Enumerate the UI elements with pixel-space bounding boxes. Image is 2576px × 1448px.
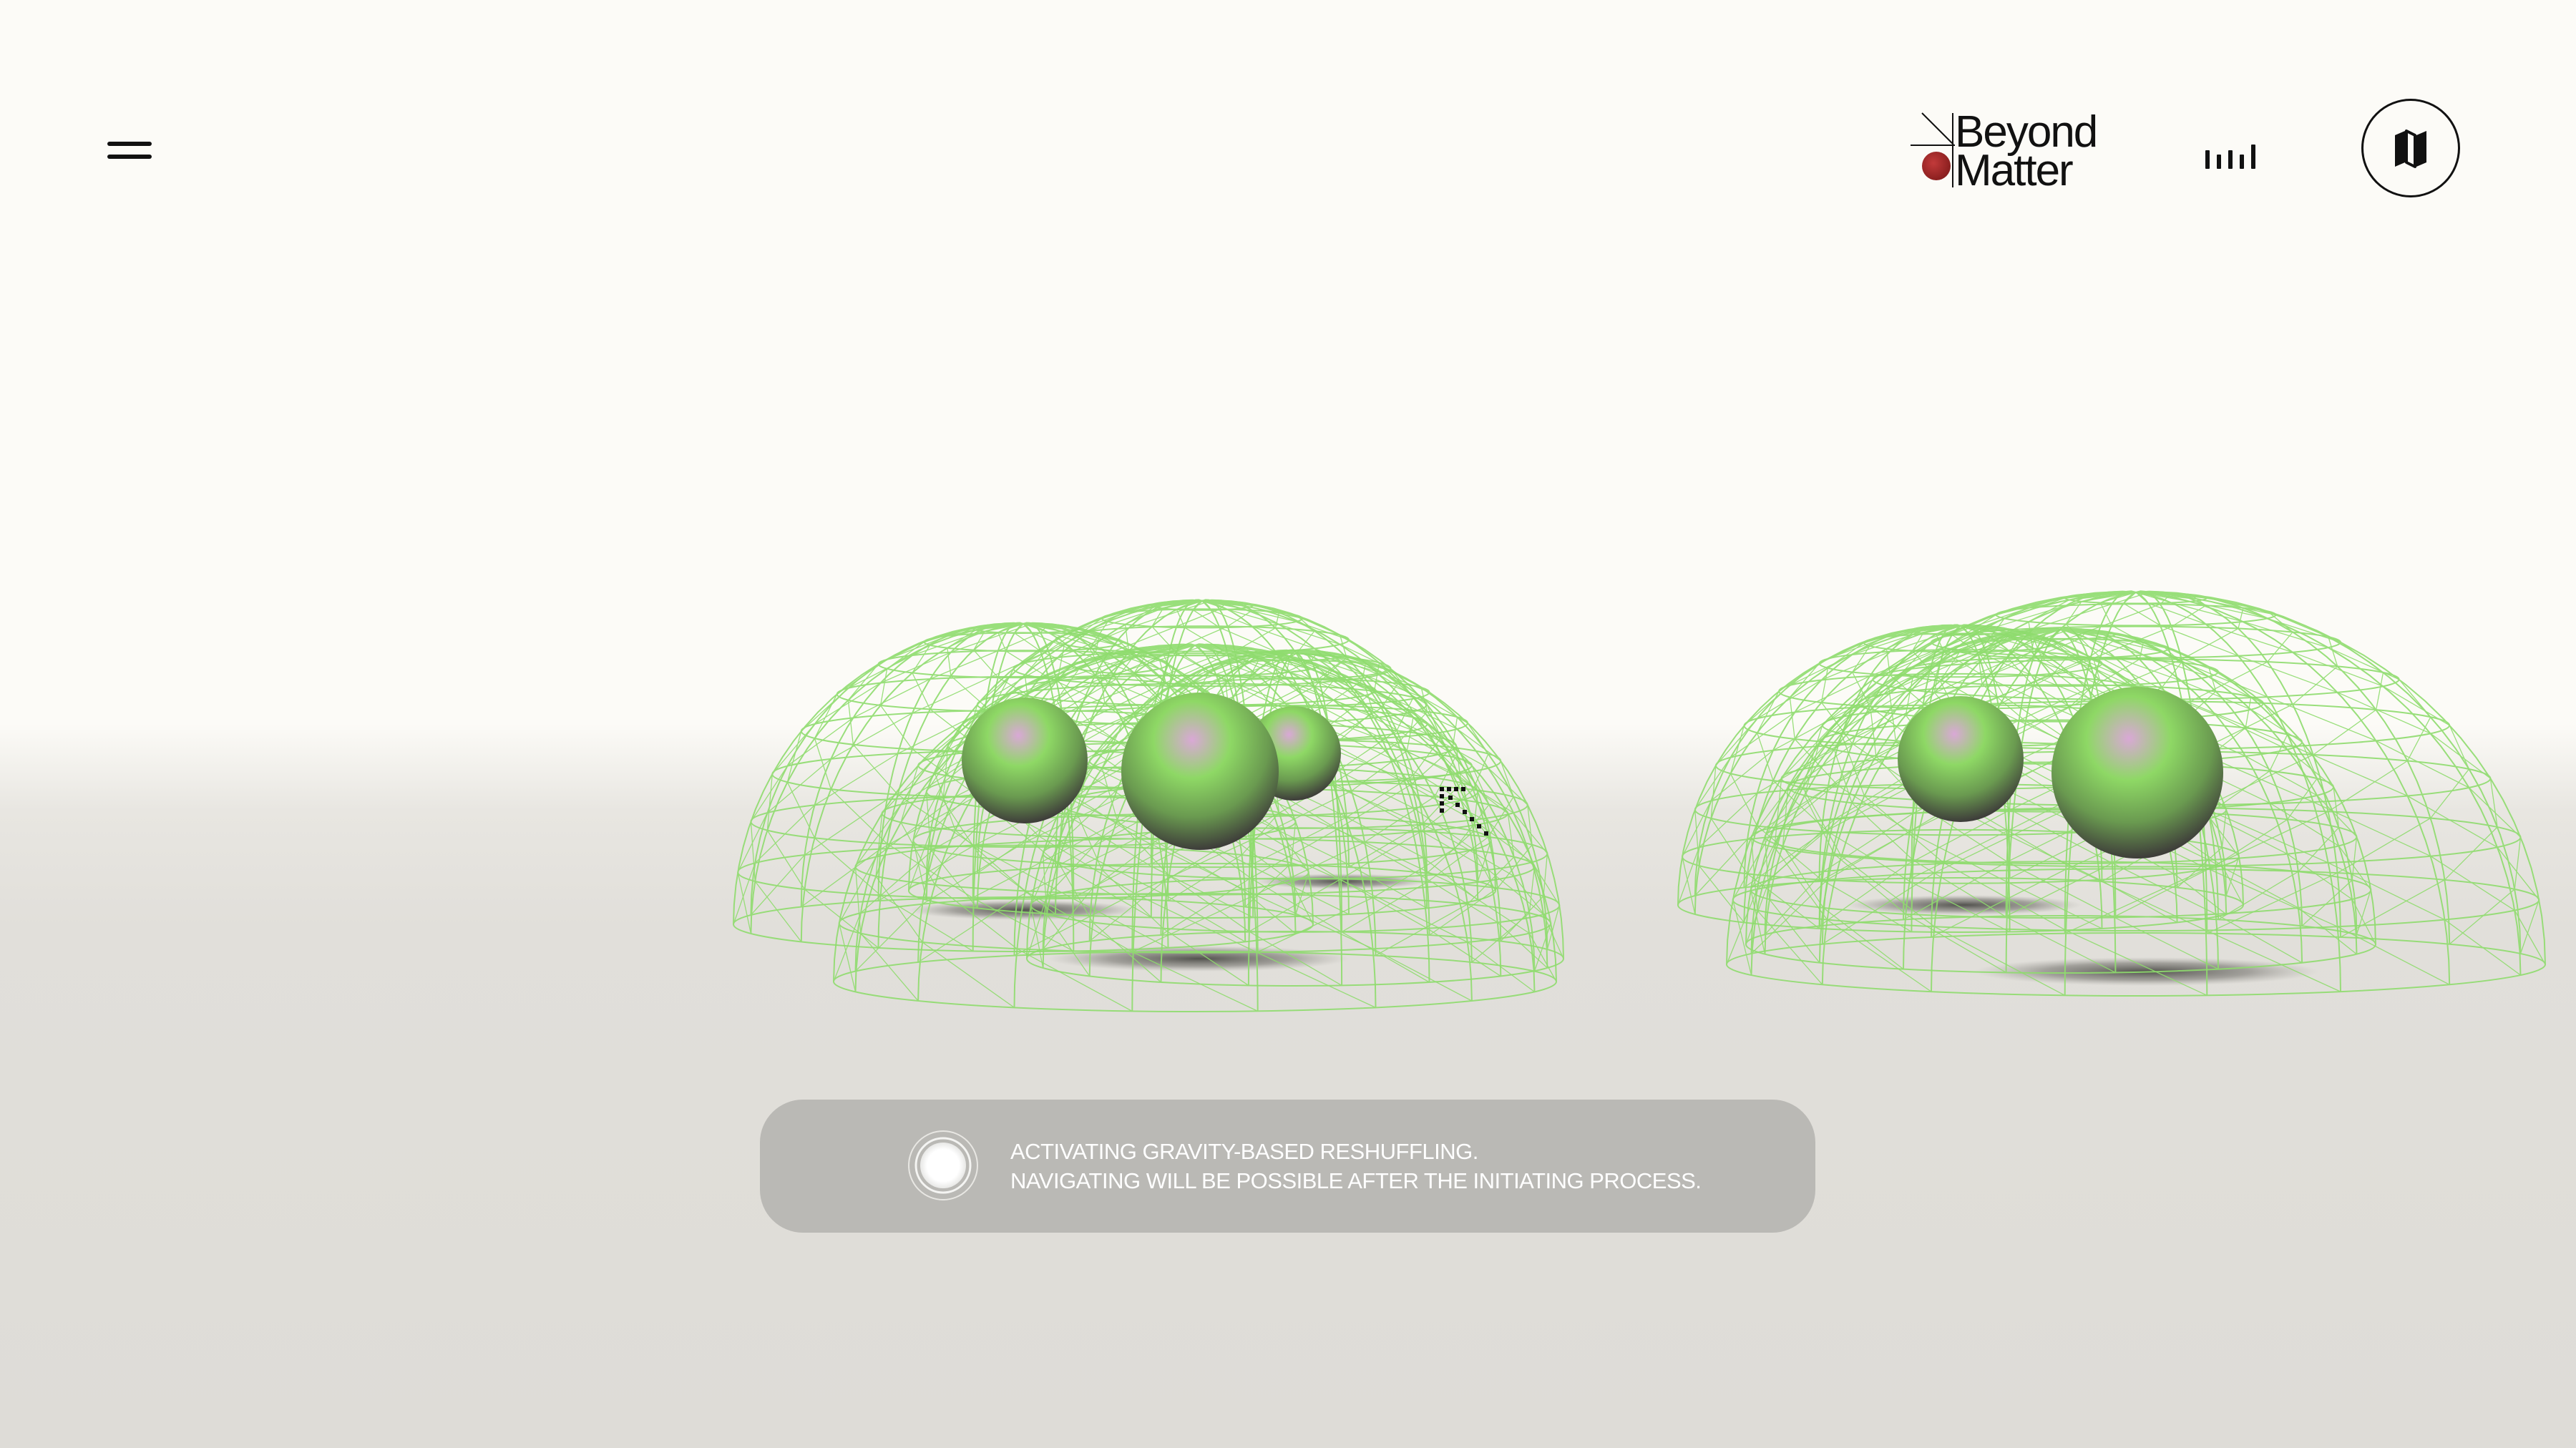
status-panel: ACTIVATING GRAVITY-BASED RESHUFFLING. NA… [760, 1100, 1815, 1233]
sphere-shadow [1048, 946, 1349, 972]
arrow-up-left-icon [1438, 786, 1496, 846]
sphere [1121, 693, 1279, 850]
sphere-shadow [1846, 895, 2082, 915]
sphere [2051, 687, 2223, 858]
sphere [962, 698, 1088, 823]
loading-ring-icon [908, 1130, 978, 1200]
status-line-2: NAVIGATING WILL BE POSSIBLE AFTER THE IN… [1010, 1168, 1702, 1193]
status-line-1: ACTIVATING GRAVITY-BASED RESHUFFLING. [1010, 1139, 1478, 1164]
sphere [1898, 696, 2024, 822]
